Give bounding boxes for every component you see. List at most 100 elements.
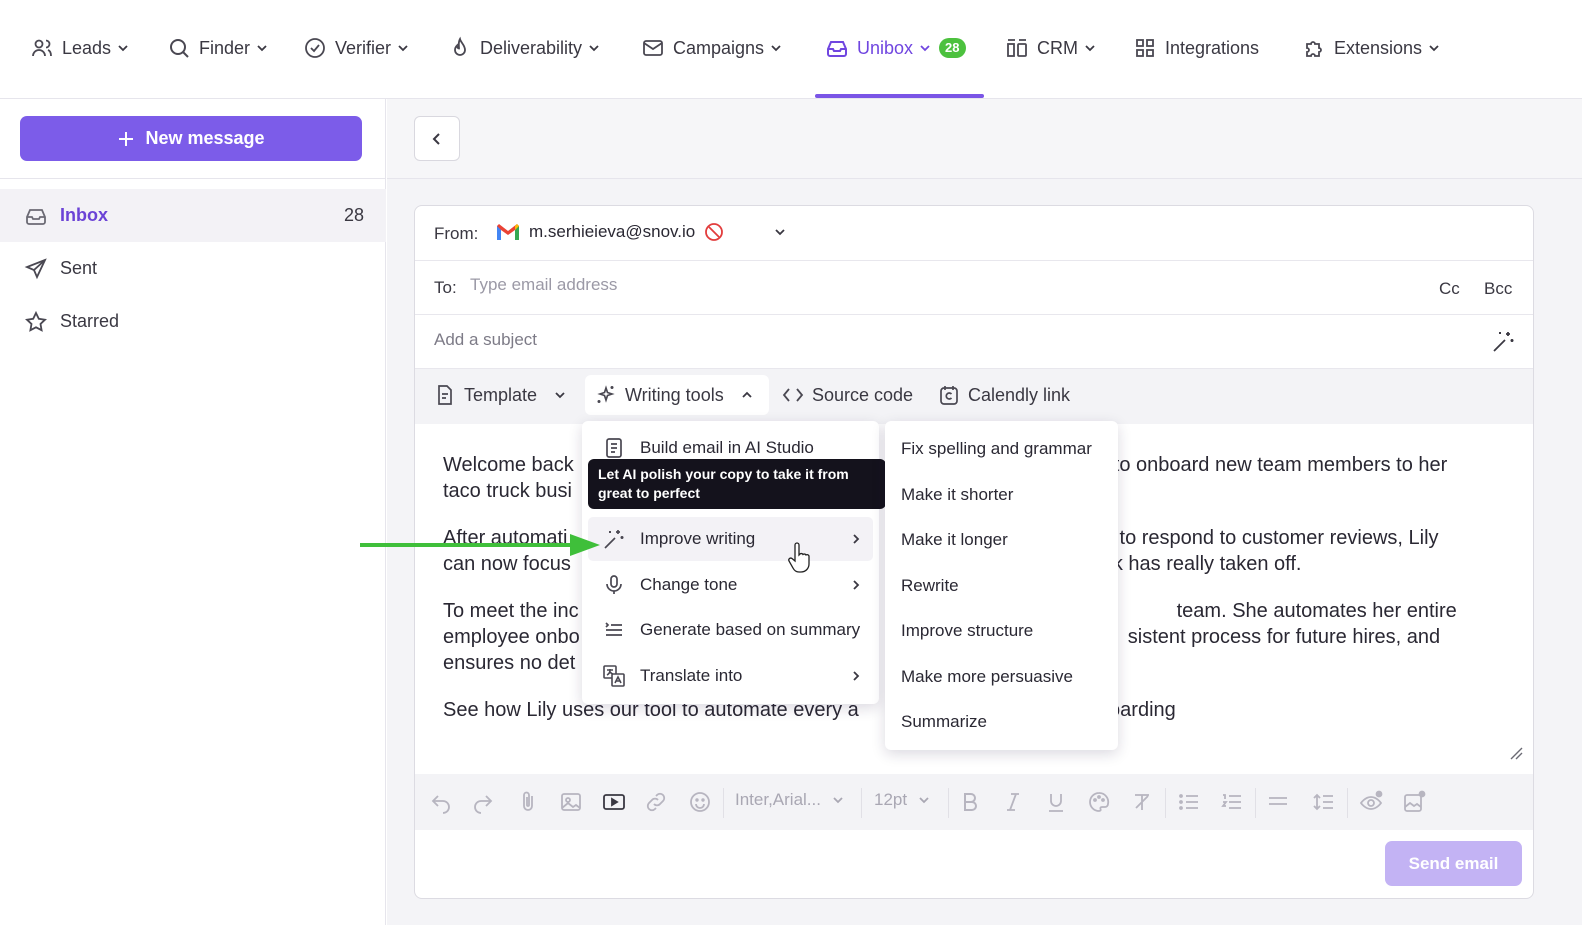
clear-format-icon[interactable] [1130,790,1154,814]
video-icon[interactable] [602,790,626,814]
document-icon [606,438,622,458]
sidebar-item-label: Starred [60,311,120,331]
editor-toolbar: Template Writing tools Source code Calen… [415,369,1533,424]
search-icon [170,39,189,58]
code-icon [782,388,804,402]
submenu-item-summarize[interactable]: Summarize [885,699,1118,744]
mail-icon [643,40,663,56]
from-selector[interactable]: m.serhieieva@snov.io [495,221,787,243]
bold-icon[interactable] [958,790,982,814]
emoji-icon[interactable] [688,790,712,814]
submenu-item-more-persuasive[interactable]: Make more persuasive [885,654,1118,699]
numbered-list-icon[interactable] [1220,790,1244,814]
nav-unibox[interactable]: Unibox 28 [825,33,966,63]
annotation-arrow-icon [360,534,600,556]
submenu-item-improve-structure[interactable]: Improve structure [885,608,1118,653]
align-icon[interactable] [1266,790,1290,814]
bcc-button[interactable]: Bcc [1484,279,1512,299]
sidebar: New message Inbox 28 Sent Starred [0,99,386,925]
nav-label: Campaigns [673,37,765,58]
divider [1165,788,1166,818]
body-text: sistent process for future hires, and [1127,626,1441,648]
to-input[interactable] [470,275,1070,295]
menu-item-change-tone[interactable]: Change tone [588,563,873,607]
image-icon[interactable] [559,790,583,814]
warning-sync-icon [705,223,724,241]
inbox-icon [827,41,847,57]
nav-label: Verifier [335,37,392,58]
writing-tools-button[interactable]: Writing tools [585,375,769,415]
body-text: Welcome back [443,454,574,476]
menu-item-improve-writing[interactable]: Improve writing [588,517,873,561]
chevron-down-icon [920,45,930,52]
chevron-right-icon [853,671,860,681]
crm-icon [1007,39,1027,57]
italic-icon[interactable] [1001,790,1025,814]
underline-icon[interactable] [1044,790,1068,814]
hand-cursor-icon [788,542,810,573]
sidebar-item-sent[interactable]: Sent [0,242,386,295]
source-code-button[interactable]: Source code [772,375,923,415]
calendly-label: Calendly link [968,384,1071,405]
sidebar-item-inbox[interactable]: Inbox 28 [0,189,386,242]
calendly-icon [940,386,958,405]
template-button[interactable]: Template [424,375,577,415]
nav-deliverability[interactable]: Deliverability [448,33,600,63]
body-text: team. She automates her entire [1176,600,1457,622]
font-family-select[interactable]: Inter,Arial... [735,790,845,810]
inbox-count: 28 [343,205,364,225]
submenu-item-rewrite[interactable]: Rewrite [885,563,1118,608]
microphone-icon [606,575,622,594]
chevron-right-icon [853,580,860,590]
menu-item-generate-summary[interactable]: Generate based on summary [588,608,873,652]
nav-verifier[interactable]: Verifier [303,33,409,63]
nav-campaigns[interactable]: Campaigns [641,33,782,63]
nav-leads[interactable]: Leads [30,33,129,63]
send-email-button[interactable]: Send email [1385,841,1522,886]
font-size-value: 12pt [874,790,908,809]
bullet-list-icon[interactable] [1177,790,1201,814]
preview-icon[interactable] [1359,790,1383,814]
puzzle-icon [1306,41,1322,57]
calendly-link-button[interactable]: Calendly link [928,375,1080,415]
magic-wand-icon[interactable] [1490,329,1516,355]
menu-item-label: Build email in AI Studio [640,438,814,457]
link-icon[interactable] [644,790,668,814]
line-height-icon[interactable] [1312,790,1336,814]
new-message-button[interactable]: New message [20,116,362,161]
submenu-item-fix-spelling[interactable]: Fix spelling and grammar [885,426,1118,471]
chevron-down-icon [919,797,929,804]
font-size-select[interactable]: 12pt [874,790,931,810]
attachment-icon[interactable] [516,790,540,814]
divider [948,788,949,818]
active-tab-indicator [815,94,984,98]
from-label: From: [434,224,479,243]
back-button[interactable] [414,116,460,161]
improve-writing-submenu: Fix spelling and grammar Make it shorter… [885,421,1118,750]
sidebar-item-starred[interactable]: Starred [0,295,386,348]
undo-icon[interactable] [429,790,453,814]
resize-handle-icon[interactable] [1509,746,1523,760]
ai-image-icon[interactable] [1402,790,1426,814]
chevron-down-icon [771,45,781,52]
cc-button[interactable]: Cc [1439,279,1460,299]
nav-label: Unibox [857,37,914,58]
redo-icon[interactable] [471,790,495,814]
unread-badge: 28 [939,38,966,58]
nav-integrations[interactable]: Integrations [1133,33,1259,63]
chevron-up-icon [742,391,752,398]
subject-input[interactable] [434,330,1334,350]
template-label: Template [464,384,538,405]
palette-icon[interactable] [1087,790,1111,814]
nav-crm[interactable]: CRM [1005,33,1096,63]
menu-item-translate[interactable]: Translate into [588,654,873,698]
chevron-right-icon [853,534,860,544]
translate-icon [603,665,625,687]
submenu-item-make-longer[interactable]: Make it longer [885,517,1118,562]
list-icon [605,622,622,636]
nav-finder[interactable]: Finder [167,33,268,63]
submenu-item-make-shorter[interactable]: Make it shorter [885,472,1118,517]
nav-extensions[interactable]: Extensions [1302,33,1440,63]
chevron-down-icon [118,45,128,52]
from-email: m.serhieieva@snov.io [529,222,696,241]
